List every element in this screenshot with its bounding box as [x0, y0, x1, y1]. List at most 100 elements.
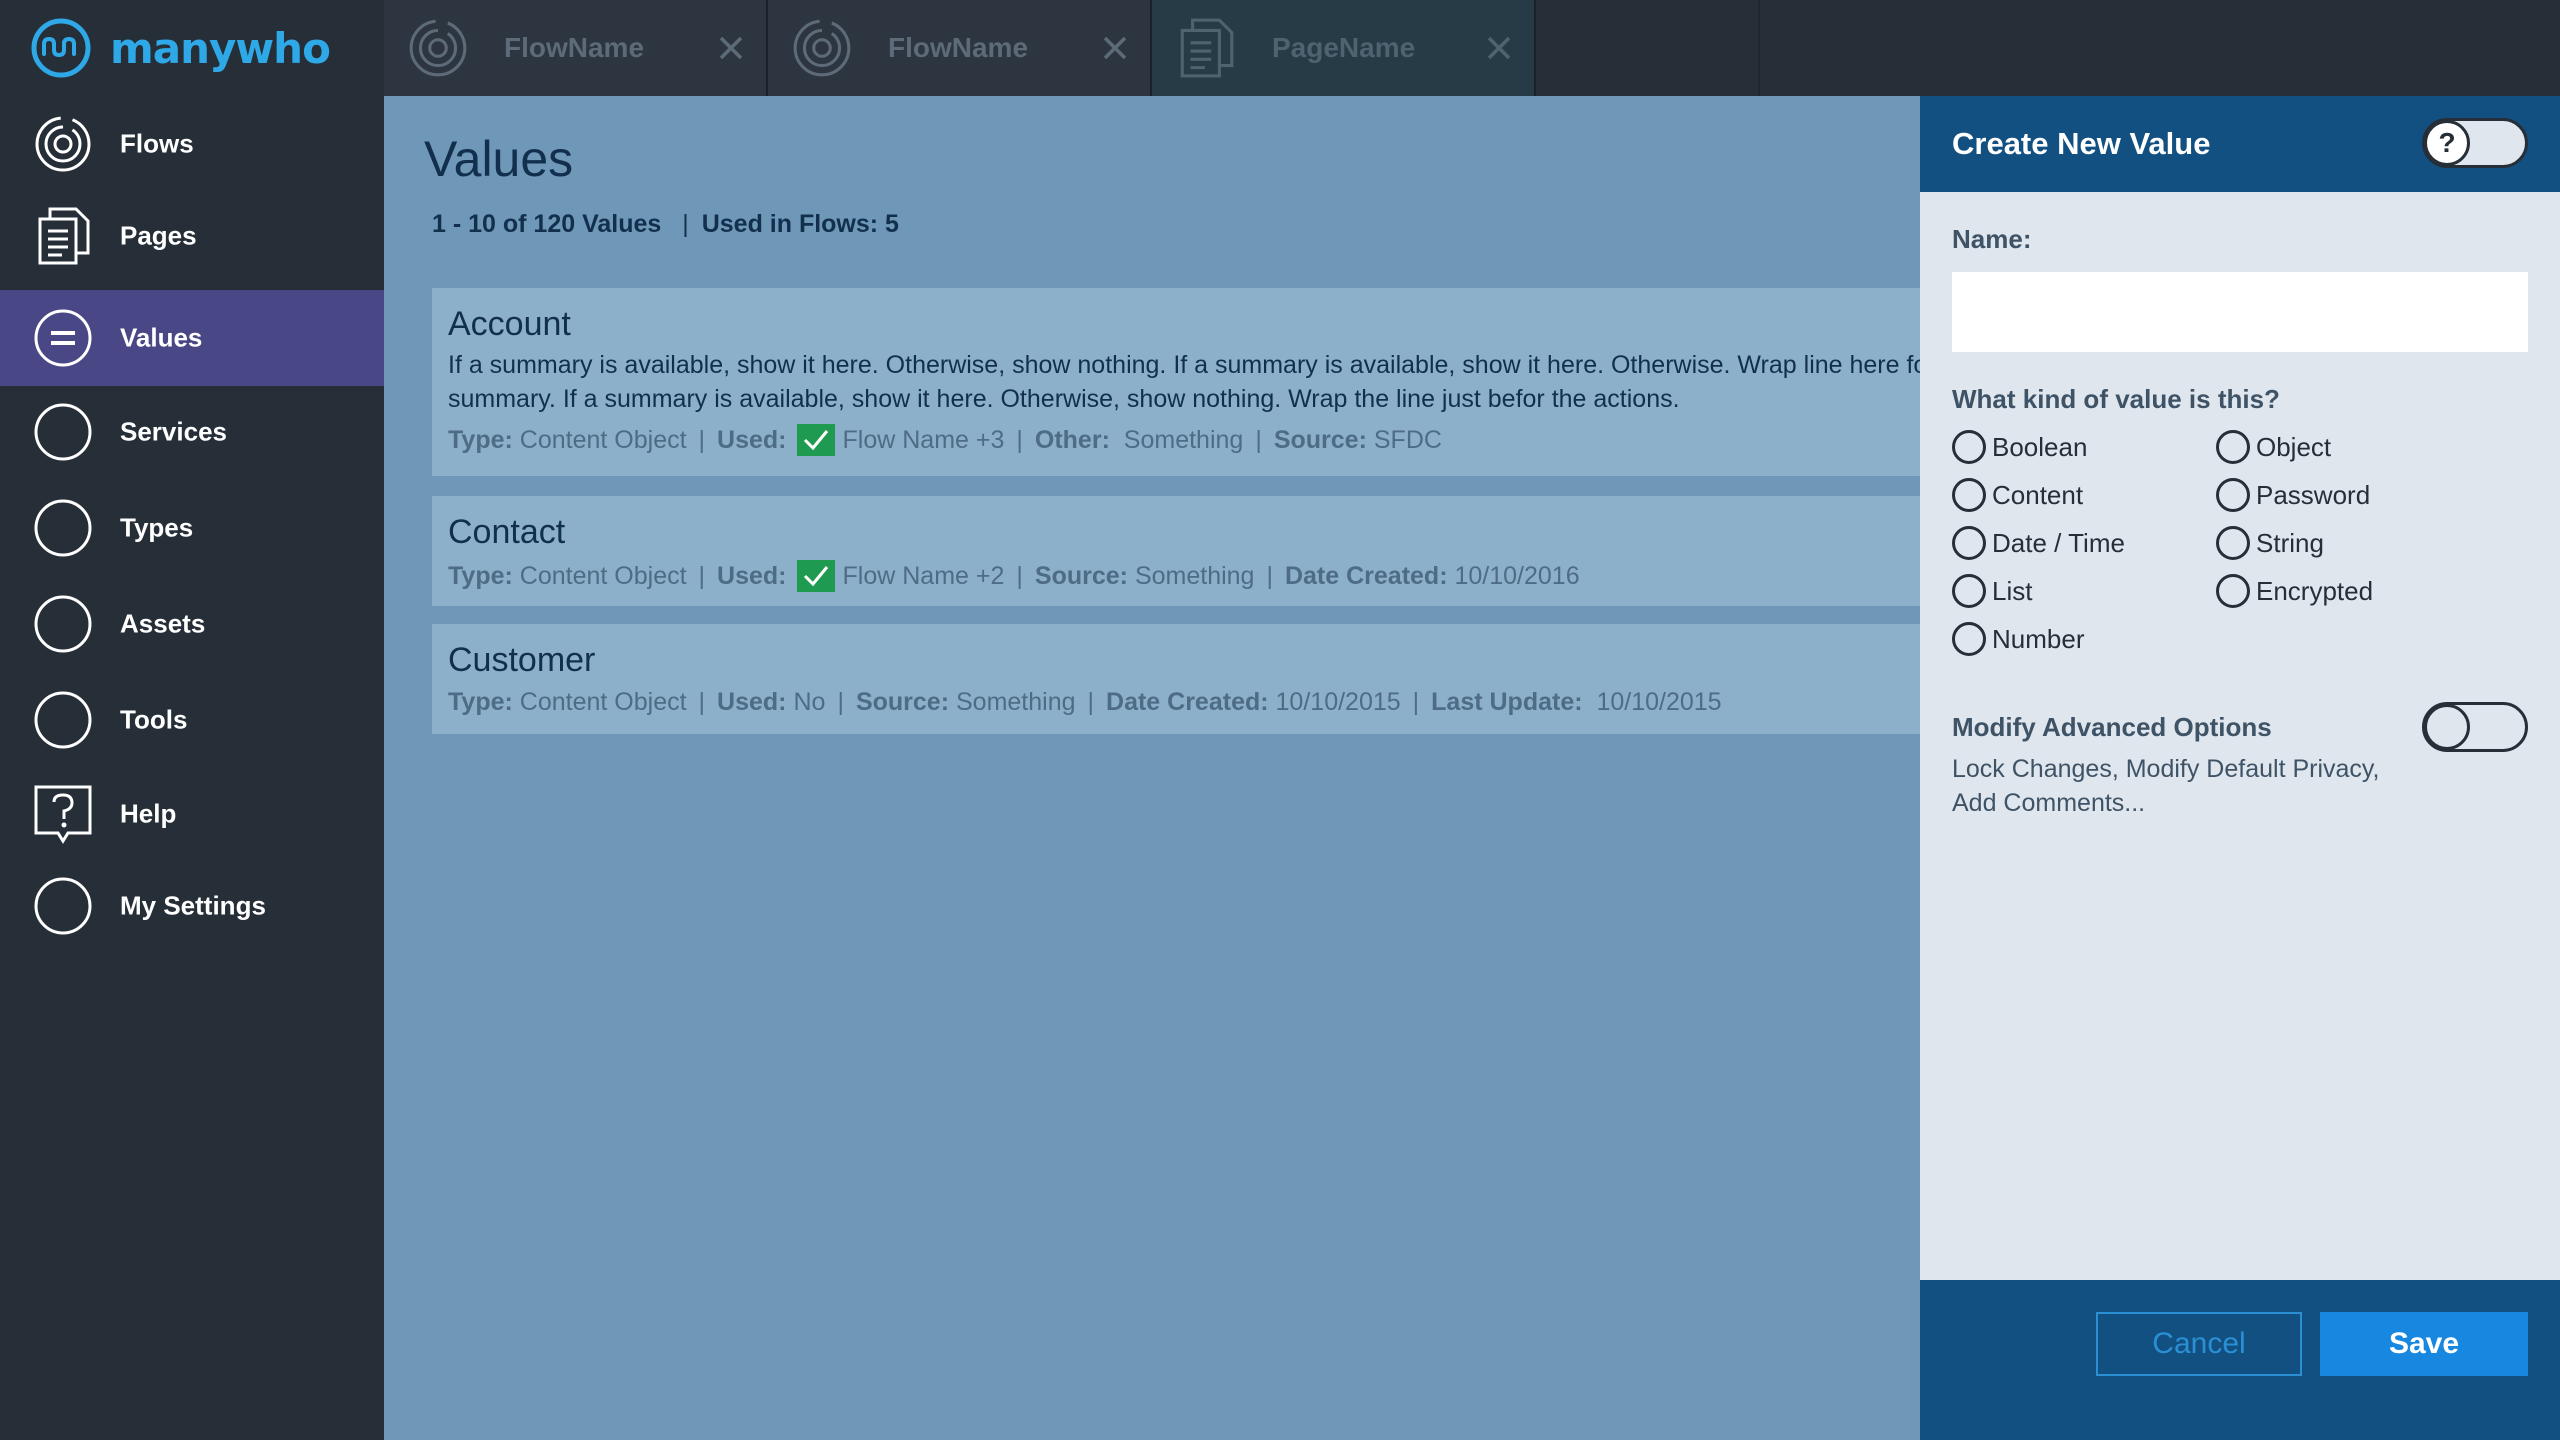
meta-key: Type: [448, 561, 513, 590]
value-card-customer[interactable]: Customer Type: Content Object | Used: No… [432, 624, 1920, 734]
sidebar-item-label: Flows [120, 128, 194, 159]
radio-circle[interactable] [1952, 478, 1986, 512]
radio-label: Object [2256, 431, 2332, 462]
radio-label: String [2256, 527, 2324, 558]
circle-icon [34, 403, 92, 461]
sidebar-item-tools[interactable]: Tools [0, 674, 384, 766]
meta-value: Something [1134, 561, 1255, 590]
name-input[interactable] [1952, 272, 2528, 352]
radio-circle[interactable] [2216, 478, 2250, 512]
sidebar-item-help[interactable]: Help [0, 768, 384, 860]
meta-key: Type: [448, 425, 513, 454]
radio-circle[interactable] [1952, 430, 1986, 464]
meta-value: Something [955, 688, 1076, 716]
sidebar-item-services[interactable]: Services [0, 386, 384, 478]
sidebar-item-assets[interactable]: Assets [0, 578, 384, 670]
radio-label: Encrypted [2256, 575, 2374, 606]
radio-circle[interactable] [2216, 430, 2250, 464]
radio-label: Date / Time [1992, 527, 2125, 558]
logo-text: manywho [110, 23, 331, 73]
toggle-knob [2424, 704, 2470, 750]
tab-label: PageName [1272, 32, 1416, 63]
radio-circle[interactable] [1952, 526, 1986, 560]
radio-label: List [1992, 575, 2033, 606]
meta-value[interactable]: Flow Name +2 [843, 562, 1005, 591]
value-card-contact[interactable]: Contact Type: Content Object | Used: Flo… [432, 496, 1920, 606]
save-button[interactable]: Save [2320, 1312, 2528, 1376]
radio-string[interactable]: String [2216, 526, 2324, 560]
separator: | [682, 210, 689, 238]
close-icon[interactable] [1482, 31, 1516, 65]
card-title[interactable]: Customer [448, 640, 1920, 680]
tab-label: FlowName [888, 32, 1029, 63]
tab-flow-2[interactable]: FlowName [768, 0, 1150, 96]
sidebar-item-values[interactable]: Values [0, 290, 384, 386]
page-title: Values [424, 131, 574, 187]
meta-key: Date Created: [1284, 561, 1448, 590]
radio-list[interactable]: List [1952, 574, 2032, 608]
sidebar-item-types[interactable]: Types [0, 482, 384, 574]
meta-value[interactable]: Flow Name +3 [843, 426, 1005, 455]
cancel-button[interactable]: Cancel [2096, 1312, 2302, 1376]
help-toggle[interactable]: ? [2422, 118, 2528, 168]
radio-label: Content [1992, 479, 2084, 510]
card-meta: Type: Content Object | Used: Flow Name +… [448, 560, 1920, 592]
radio-circle[interactable] [1952, 574, 1986, 608]
radio-label: Boolean [1992, 431, 2088, 462]
sidebar-item-label: Pages [120, 220, 197, 251]
logo-icon [31, 18, 91, 78]
radio-circle[interactable] [2216, 526, 2250, 560]
document-icon [1180, 18, 1234, 78]
radio-circle[interactable] [2216, 574, 2250, 608]
tab-bar: FlowName FlowName PageName [384, 0, 2560, 96]
advanced-options-title: Modify Advanced Options [1952, 712, 2272, 742]
logo[interactable]: manywho [30, 16, 331, 80]
meta-value: SFDC [1373, 425, 1442, 454]
radio-date-time[interactable]: Date / Time [1952, 526, 2125, 560]
sidebar-item-flows[interactable]: Flows [0, 98, 384, 190]
radio-object[interactable]: Object [2216, 430, 2331, 464]
create-value-panel: Create New Value ? Name: What kind of va… [1920, 96, 2560, 1440]
target-icon [409, 19, 467, 77]
meta-value: 10/10/2016 [1454, 561, 1580, 590]
tab-flow-1[interactable]: FlowName [384, 0, 766, 96]
radio-password[interactable]: Password [2216, 478, 2370, 512]
sidebar-item-pages[interactable]: Pages [0, 190, 384, 282]
meta-key: Used: [717, 688, 787, 716]
sidebar-item-label: Tools [120, 704, 188, 735]
panel-title: Create New Value [1952, 126, 2211, 161]
meta-value: Content Object [519, 688, 687, 716]
radio-encrypted[interactable]: Encrypted [2216, 574, 2373, 608]
help-square-icon [34, 785, 92, 844]
meta-value: No [793, 688, 826, 716]
meta-key: Date Created: [1106, 688, 1269, 716]
sidebar: manywho Flows Pages Values Services Type… [0, 0, 384, 1440]
check-icon [796, 424, 835, 456]
close-icon[interactable] [714, 31, 748, 65]
document-icon [38, 207, 90, 265]
values-summary: 1 - 10 of 120 Values | Used in Flows: 5 [432, 210, 899, 239]
close-icon[interactable] [1098, 31, 1132, 65]
target-icon [35, 116, 91, 172]
advanced-options-toggle[interactable] [2422, 702, 2528, 752]
values-range: 1 - 10 of 120 Values [432, 210, 662, 238]
sidebar-item-my-settings[interactable]: My Settings [0, 860, 384, 952]
tab-divider [1534, 0, 1536, 96]
tab-divider [1758, 0, 1760, 96]
card-title[interactable]: Account [448, 304, 1920, 344]
meta-value: 10/10/2015 [1596, 688, 1722, 716]
value-card-account[interactable]: Account If a summary is available, show … [432, 288, 1920, 476]
card-title[interactable]: Contact [448, 512, 1920, 552]
meta-key: Last Update: [1431, 688, 1583, 716]
radio-label: Password [2256, 479, 2371, 510]
radio-circle[interactable] [1952, 622, 1986, 656]
meta-value: Content Object [519, 561, 687, 590]
used-in-flows: Used in Flows: 5 [701, 210, 899, 238]
meta-key: Type: [448, 688, 513, 716]
radio-boolean[interactable]: Boolean [1952, 430, 2087, 464]
radio-label: Number [1992, 623, 2085, 654]
radio-content[interactable]: Content [1952, 478, 2083, 512]
tab-page[interactable]: PageName [1152, 0, 1534, 96]
radio-number[interactable]: Number [1952, 622, 2084, 656]
meta-value: 10/10/2015 [1275, 688, 1401, 716]
